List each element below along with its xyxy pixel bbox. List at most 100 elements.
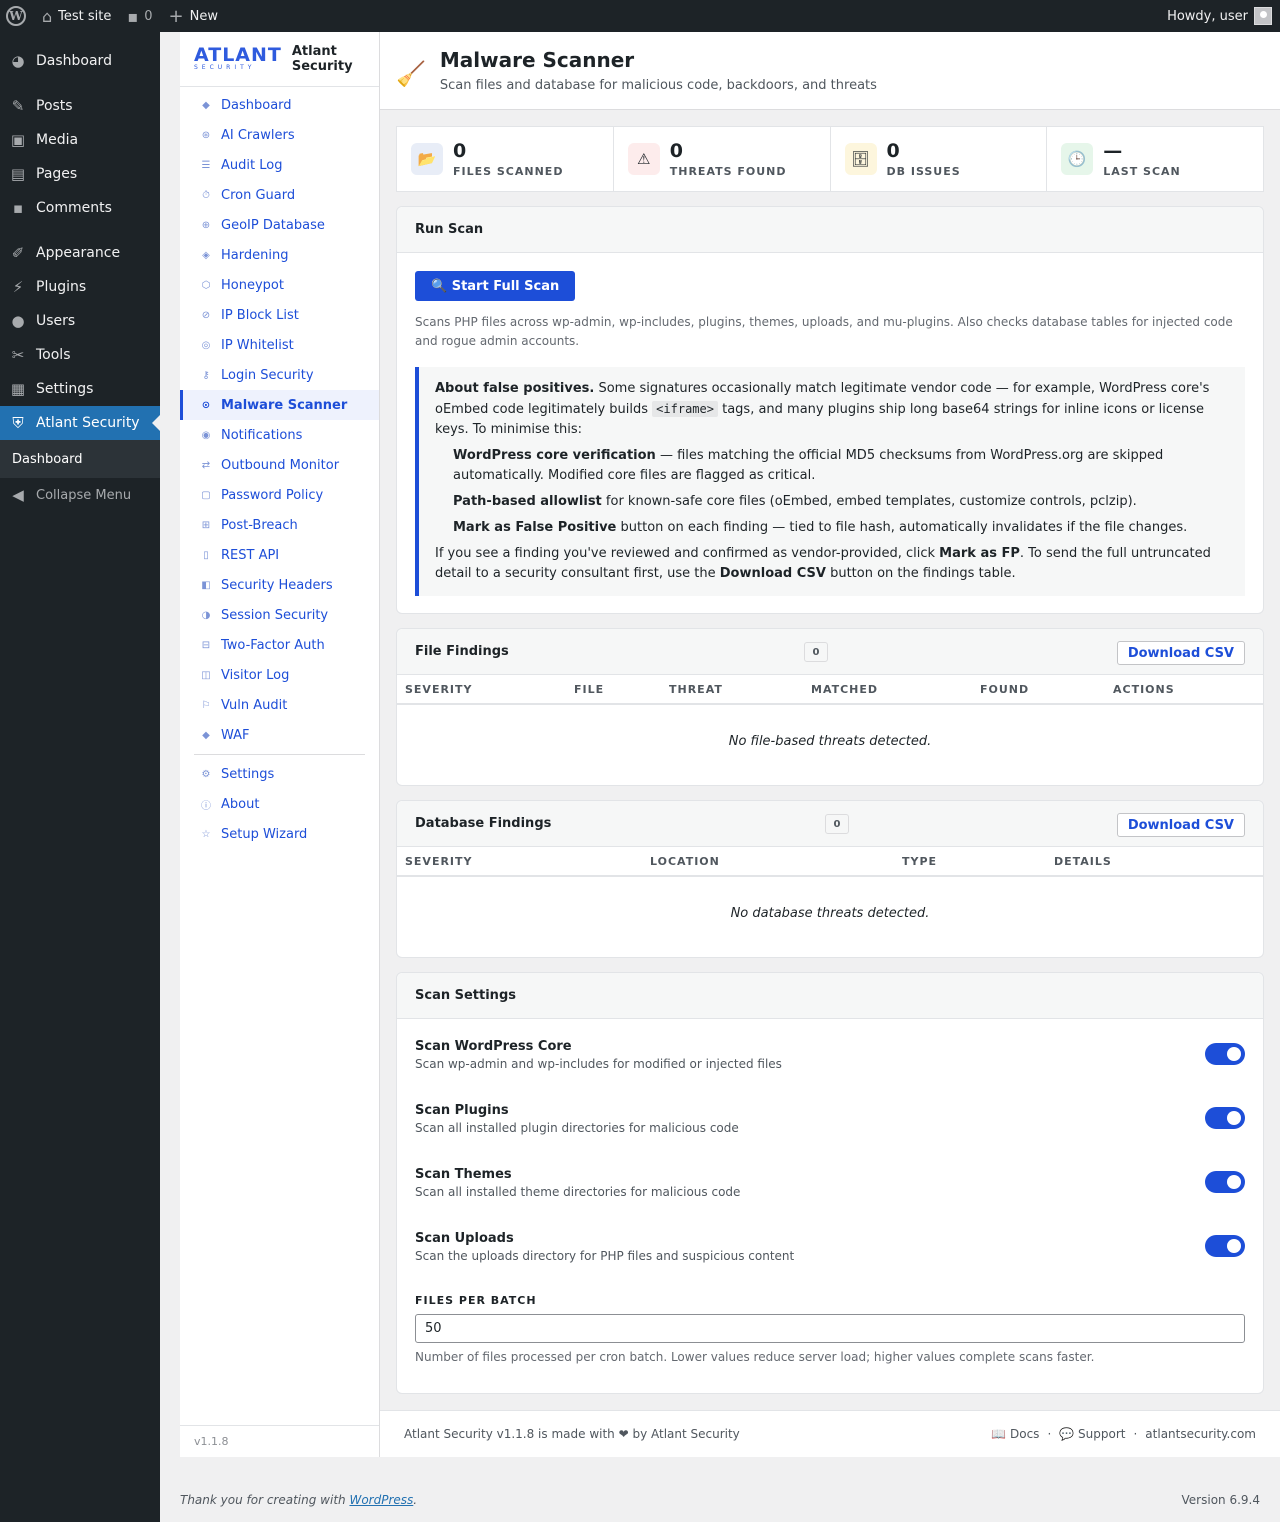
menu-users[interactable]: ● Users	[0, 304, 160, 338]
nav-item-setup-wizard[interactable]: ☆ Setup Wizard	[180, 819, 379, 849]
nav-item-ai-crawlers[interactable]: ⊛ AI Crawlers	[180, 120, 379, 150]
admin-menu: ◕ Dashboard ✎ Posts ▣ Media ▤ Pages ▪ Comment…	[0, 32, 160, 1522]
website-link[interactable]: atlantsecurity.com	[1145, 1427, 1256, 1441]
nav-item-waf[interactable]: ◆ WAF	[180, 720, 379, 750]
setting-title: Scan Uploads	[415, 1231, 514, 1246]
menu-media[interactable]: ▣ Media	[0, 123, 160, 157]
menu-pages[interactable]: ▤ Pages	[0, 157, 160, 191]
note-emphasis: Mark as FP	[939, 546, 1020, 561]
start-full-scan-button[interactable]: 🔍 Start Full Scan	[415, 271, 576, 301]
plugin-sidebar: ATLANT SECURITY Atlant Security ◆ Dashboa…	[180, 32, 380, 1457]
scan-core-toggle[interactable]	[1205, 1043, 1245, 1065]
scan-uploads-toggle[interactable]	[1205, 1235, 1245, 1257]
nav-item-two-factor-auth[interactable]: ⊟ Two-Factor Auth	[180, 630, 379, 660]
menu-plugins[interactable]: ⚡ Plugins	[0, 270, 160, 304]
new-content-link[interactable]: + New	[161, 0, 226, 32]
user-icon: ●	[11, 312, 25, 330]
nav-item-label: Login Security	[221, 367, 314, 383]
docs-link[interactable]: 📖 Docs	[991, 1427, 1039, 1441]
nav-item-cron-guard[interactable]: ⏱ Cron Guard	[180, 180, 379, 210]
nav-item-honeypot[interactable]: ⬡ Honeypot	[180, 270, 379, 300]
made-with-text: Atlant Security v1.1.8 is made with ❤ by…	[404, 1427, 740, 1441]
wordpress-link[interactable]: WordPress	[349, 1493, 413, 1507]
nav-item-outbound-monitor[interactable]: ⇄ Outbound Monitor	[180, 450, 379, 480]
notifications-icon: ◉	[201, 429, 211, 441]
menu-posts[interactable]: ✎ Posts	[0, 89, 160, 123]
nav-item-security-headers[interactable]: ◧ Security Headers	[180, 570, 379, 600]
nav-item-rest-api[interactable]: ▯ REST API	[180, 540, 379, 570]
rest-api-icon: ▯	[203, 549, 209, 561]
stat-value: 0	[669, 139, 683, 162]
scan-plugins-toggle[interactable]	[1205, 1107, 1245, 1129]
ip-block-list-icon: ⊘	[201, 309, 211, 321]
nav-item-post-breach[interactable]: ⊞ Post-Breach	[180, 510, 379, 540]
nav-item-visitor-log[interactable]: ◫ Visitor Log	[180, 660, 379, 690]
file-findings-table-header: SEVERITY FILE THREAT MATCHED FOUND ACTIO…	[397, 675, 1263, 705]
support-link[interactable]: 💬 Support	[1059, 1427, 1125, 1441]
scan-themes-toggle[interactable]	[1205, 1171, 1245, 1193]
pin-icon: ✎	[11, 97, 25, 115]
file-download-csv-button[interactable]: Download CSV	[1116, 641, 1245, 665]
ip-whitelist-icon: ◎	[201, 339, 211, 351]
files-per-batch-help: Number of files processed per cron batch…	[415, 1350, 1095, 1364]
outbound-monitor-icon: ⇄	[201, 459, 211, 471]
nav-item-label: Honeypot	[221, 277, 284, 293]
setting-title: Scan Plugins	[415, 1103, 509, 1118]
nav-item-dashboard[interactable]: ◆ Dashboard	[180, 90, 379, 120]
note-bullet-title: WordPress core verification	[453, 448, 656, 463]
run-scan-title: Run Scan	[397, 207, 1263, 253]
false-positive-note: About false positives. Some signatures o…	[415, 367, 1245, 596]
nav-item-password-policy[interactable]: ▢ Password Policy	[180, 480, 379, 510]
menu-comments[interactable]: ▪ Comments	[0, 191, 160, 225]
visitor-log-icon: ◫	[201, 669, 211, 681]
nav-item-ip-whitelist[interactable]: ◎ IP Whitelist	[180, 330, 379, 360]
column-found: FOUND	[980, 683, 1030, 696]
nav-item-malware-scanner[interactable]: ⊙ Malware Scanner	[180, 390, 379, 420]
nav-item-hardening[interactable]: ◈ Hardening	[180, 240, 379, 270]
submenu-item-dashboard[interactable]: Dashboard	[0, 448, 160, 470]
db-findings-header: Database Findings 0 Download CSV	[397, 801, 1263, 847]
avatar	[1254, 7, 1272, 25]
menu-dashboard[interactable]: ◕ Dashboard	[0, 44, 160, 78]
nav-item-audit-log[interactable]: ☰ Audit Log	[180, 150, 379, 180]
nav-item-vuln-audit[interactable]: ⚐ Vuln Audit	[180, 690, 379, 720]
main-content: 🧹 Malware Scanner Scan files and databas…	[380, 32, 1280, 1457]
file-findings-card: File Findings 0 Download CSV SEVERITY FI…	[396, 628, 1264, 786]
security-headers-icon: ◧	[201, 579, 211, 591]
files-per-batch-input[interactable]: 50	[415, 1314, 1245, 1343]
nav-item-session-security[interactable]: ◑ Session Security	[180, 600, 379, 630]
collapse-menu-button[interactable]: ◀ Collapse Menu	[0, 478, 160, 512]
menu-atlant-security[interactable]: ⛨ Atlant Security	[0, 406, 160, 440]
nav-item-label: Settings	[221, 766, 275, 782]
dashboard-icon: ◕	[11, 52, 25, 70]
wordpress-logo-button[interactable]: W	[0, 0, 34, 32]
nav-item-notifications[interactable]: ◉ Notifications	[180, 420, 379, 450]
nav-item-label: Dashboard	[221, 97, 292, 113]
my-account-link[interactable]: Howdy, user	[1167, 7, 1280, 25]
nav-item-login-security[interactable]: ⚷ Login Security	[180, 360, 379, 390]
setup-wizard-icon: ☆	[201, 828, 211, 840]
nav-item-ip-block-list[interactable]: ⊘ IP Block List	[180, 300, 379, 330]
setting-description: Scan the uploads directory for PHP files…	[415, 1249, 795, 1263]
thank-you-text: Thank you for creating with WordPress.	[180, 1493, 417, 1507]
menu-appearance[interactable]: ✐ Appearance	[0, 236, 160, 270]
atlant-logo: ATLANT SECURITY	[194, 46, 282, 72]
db-download-csv-button[interactable]: Download CSV	[1116, 813, 1245, 837]
nav-item-about[interactable]: ⓘ About	[180, 789, 379, 819]
db-findings-table-header: SEVERITY LOCATION TYPE DETAILS	[397, 847, 1263, 877]
note-heading: About false positives.	[435, 381, 595, 396]
menu-settings[interactable]: ▦ Settings	[0, 372, 160, 406]
separator: ·	[1133, 1427, 1138, 1441]
nav-item-label: REST API	[221, 547, 280, 563]
media-icon: ▣	[10, 131, 26, 149]
nav-item-settings[interactable]: ⚙ Settings	[180, 759, 379, 789]
file-findings-title: File Findings	[415, 644, 509, 659]
site-name-link[interactable]: ⌂ Test site	[34, 0, 119, 32]
plus-icon: +	[168, 5, 184, 27]
howdy-label: Howdy, user	[1167, 8, 1248, 24]
nav-item-geoip-database[interactable]: ⊕ GeoIP Database	[180, 210, 379, 240]
menu-tools[interactable]: ✂ Tools	[0, 338, 160, 372]
wp-version: Version 6.9.4	[1181, 1493, 1260, 1507]
menu-label: Tools	[36, 347, 71, 363]
comments-link[interactable]: ▪ 0	[119, 0, 160, 32]
